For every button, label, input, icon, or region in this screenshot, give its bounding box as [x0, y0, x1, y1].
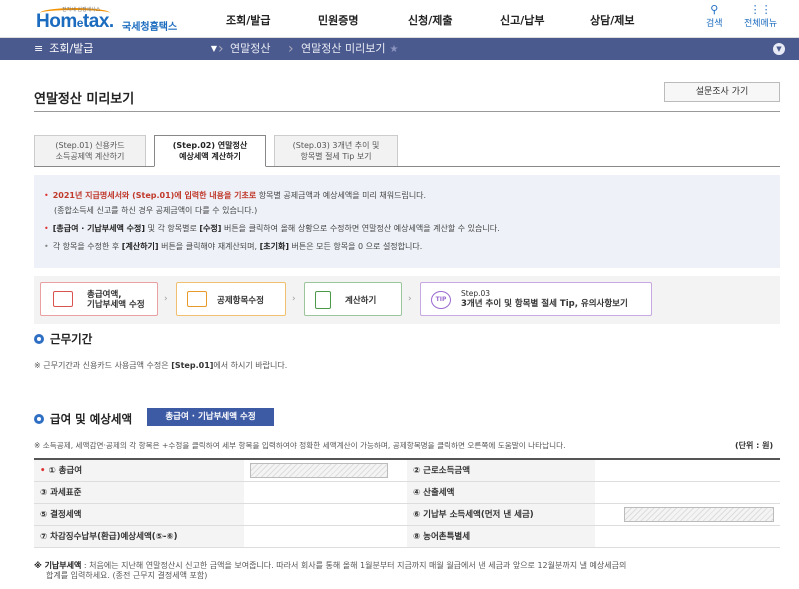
total-salary-label[interactable]: • ① 총급여 — [34, 459, 244, 482]
breadcrumb-item-preview[interactable]: 연말정산 미리보기 ★ — [301, 38, 398, 60]
breadcrumb: ≡ 조회/발급 ▼ › 연말정산 › 연말정산 미리보기 ★ ▼ — [0, 38, 799, 60]
menu-select[interactable]: ≡ 조회/발급 ▼ — [34, 38, 217, 60]
star-icon[interactable]: ★ — [389, 44, 398, 55]
tax-base-label[interactable]: ③ 과세표준 — [34, 481, 244, 504]
chevron-right-icon: › — [218, 41, 224, 57]
grid-icon: ⋮⋮ — [749, 3, 772, 16]
survey-button[interactable]: 설문조사 가기 — [664, 82, 780, 102]
expected-refund-label[interactable]: ⑦ 차감징수납부(환급)예상세액(⑤-⑥) — [34, 525, 244, 548]
chevron-right-icon: › — [292, 294, 296, 304]
nav-certificate[interactable]: 민원증명 — [318, 12, 358, 28]
section-salary-tax: 급여 및 예상세액 — [34, 411, 132, 427]
tax-base-value — [244, 481, 407, 504]
table-row: • ① 총급여 ② 근로소득금액 — [34, 459, 780, 482]
table-row: ⑤ 결정세액 ⑥ 기납부 소득세액(먼저 낸 세금) — [34, 503, 780, 526]
breadcrumb-item-yearend[interactable]: 연말정산 — [230, 38, 270, 60]
chevron-down-icon[interactable]: ▼ — [773, 43, 785, 55]
table-row: ⑦ 차감징수납부(환급)예상세액(⑤-⑥) ⑧ 농어촌특별세 — [34, 525, 780, 548]
chevron-right-icon: › — [408, 294, 412, 304]
step-tip[interactable]: TIP Step.03 3개년 추이 및 항목별 절세 Tip, 유의사항보기 — [420, 282, 652, 316]
hometax-logo[interactable]: 전자세 심쟁세사스 Hometax. 국세청홈택스 — [36, 6, 186, 34]
determined-tax-label[interactable]: ⑤ 결정세액 — [34, 503, 244, 526]
calculated-tax-value — [595, 481, 780, 504]
calendar-icon — [53, 291, 73, 307]
search-icon: ⚲ — [710, 3, 719, 16]
info-box: • 2021년 지급명세서와 (Step.01)에 입력한 내용을 기초로 항목별… — [34, 175, 780, 268]
search-button[interactable]: ⚲ 검색 — [706, 3, 723, 30]
prepaid-tax-value — [595, 503, 780, 526]
nav-application[interactable]: 신청/제출 — [408, 12, 453, 28]
rural-tax-label[interactable]: ⑧ 농어촌특별세 — [407, 525, 595, 548]
logo-wordmark: Hometax. — [36, 11, 114, 32]
bullet-icon — [34, 334, 44, 344]
site-header: 전자세 심쟁세사스 Hometax. 국세청홈택스 조회/발급 민원증명 신청/… — [0, 0, 799, 38]
total-salary-value — [244, 459, 407, 482]
calculated-tax-label[interactable]: ④ 산출세액 — [407, 481, 595, 504]
prepaid-tax-input[interactable] — [624, 506, 774, 522]
page-title: 연말정산 미리보기 — [34, 92, 135, 107]
calculator-icon — [315, 291, 331, 309]
info-line-2: (종합소득세 신고를 하신 경우 공제금액이 다를 수 있습니다.) — [54, 206, 258, 215]
nav-consult[interactable]: 상담/제보 — [590, 12, 635, 28]
info-line-3: • [총급여 · 기납부세액 수정] 및 각 항목별로 [수정] 버튼을 클릭하여… — [44, 224, 500, 233]
determined-tax-value — [244, 503, 407, 526]
prepaid-tax-footnote: ※ 기납부세액 : 처음에는 지난해 연말정산시 신고한 금액을 보여줍니다. … — [34, 561, 627, 580]
title-divider — [34, 111, 780, 112]
step-deduction-edit[interactable]: 공제항목수정 — [176, 282, 286, 316]
hamburger-icon: ≡ — [34, 42, 44, 55]
prepaid-tax-label[interactable]: ⑥ 기납부 소득세액(먼저 낸 세금) — [407, 503, 595, 526]
bullet-icon — [34, 414, 44, 424]
info-line-1: • 2021년 지급명세서와 (Step.01)에 입력한 내용을 기초로 항목별… — [44, 191, 427, 200]
nav-inquiry[interactable]: 조회/발급 — [226, 12, 271, 28]
chevron-right-icon: › — [164, 294, 168, 304]
tab-step01[interactable]: (Step.01) 신용카드 소득공제액 계산하기 — [34, 135, 146, 167]
earned-income-label[interactable]: ② 근로소득금액 — [407, 459, 595, 482]
chevron-right-icon: › — [288, 41, 294, 57]
total-salary-input[interactable] — [250, 462, 388, 478]
unit-label: (단위 : 원) — [735, 441, 774, 450]
nav-filing[interactable]: 신고/납부 — [500, 12, 545, 28]
tip-icon: TIP — [431, 291, 451, 309]
all-menu-button[interactable]: ⋮⋮ 전체메뉴 — [744, 3, 777, 30]
section-work-period: 근무기간 — [34, 331, 92, 347]
step-flow: 총급여액, 기납부세액 수정 › 공제항목수정 › 계산하기 › TIP Step… — [34, 276, 780, 324]
expected-refund-value — [244, 525, 407, 548]
monitor-icon — [187, 291, 207, 307]
work-period-note: ※ 근무기간과 신용카드 사용금액 수정은 [Step.01]에서 하시기 바랍… — [34, 361, 288, 370]
step-salary-edit[interactable]: 총급여액, 기납부세액 수정 — [40, 282, 158, 316]
triangle-down-icon: ▼ — [210, 44, 217, 53]
tab-divider — [34, 166, 780, 167]
info-line-4: • 각 항목을 수정한 후 [계산하기] 버튼을 클릭해야 재계산되며, [초기화… — [44, 242, 423, 251]
logo-korean: 국세청홈택스 — [122, 22, 178, 33]
rural-tax-value — [595, 525, 780, 548]
edit-salary-button[interactable]: 총급여 · 기납부세액 수정 — [147, 408, 274, 426]
tab-step03[interactable]: (Step.03) 3개년 추이 및 항목별 절세 Tip 보기 — [274, 135, 398, 167]
earned-income-value — [595, 459, 780, 482]
step-calculate[interactable]: 계산하기 — [304, 282, 402, 316]
salary-note: ※ 소득공제, 세액감면·공제의 각 항목은 +수정을 클릭하여 세부 항목을 … — [34, 441, 566, 450]
salary-table: • ① 총급여 ② 근로소득금액 ③ 과세표준 ④ 산출세액 ⑤ 결정세액 ⑥ 기… — [34, 458, 780, 548]
tab-step02[interactable]: (Step.02) 연말정산 예상세액 계산하기 — [154, 135, 266, 167]
table-row: ③ 과세표준 ④ 산출세액 — [34, 481, 780, 504]
